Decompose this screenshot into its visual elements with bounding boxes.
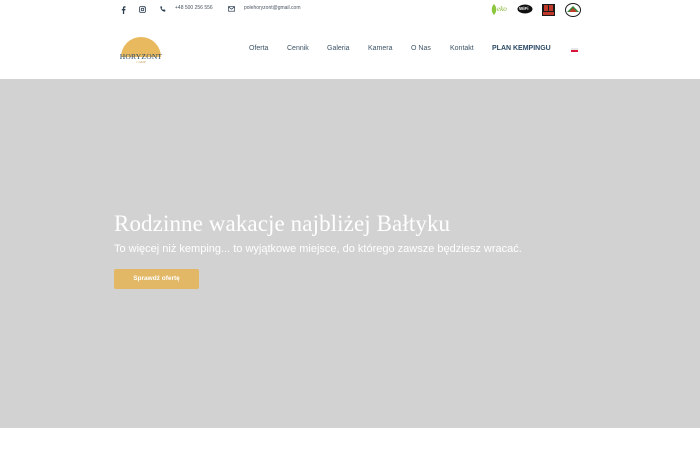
eko-label: eko [497,5,507,13]
logo[interactable]: HORYZONT CAMP [118,36,164,66]
partner-logo-icon [542,4,555,16]
nav-item-kontakt[interactable]: Kontakt [450,45,474,52]
nav-item-kamera[interactable]: Kamera [368,45,393,52]
nav-item-o-nas[interactable]: O Nas [411,45,431,52]
email-address[interactable]: polehoryzont@gmail.com [244,5,301,11]
nav-item-oferta[interactable]: Oferta [249,45,268,52]
language-flag-pl-icon[interactable] [571,48,578,52]
nav-item-plan-kempingu[interactable]: PLAN KEMPINGU [492,45,551,52]
check-offer-button[interactable]: Sprawdź ofertę [114,269,199,289]
nav-item-galeria[interactable]: Galeria [327,45,350,52]
wifi-label: WiFi [519,6,529,11]
instagram-icon[interactable] [139,6,146,13]
nav-item-cennik[interactable]: Cennik [287,45,309,52]
below-hero-section [0,428,700,450]
phone-number[interactable]: +48 500 256 556 [175,5,213,11]
eko-badge: eko [490,2,510,18]
main-header [0,20,700,79]
camping-association-icon [565,3,581,17]
hero-title: Rodzinne wakacje najbliżej Bałtyku [114,211,451,236]
facebook-icon[interactable] [121,6,126,14]
email-icon [228,6,235,12]
hero-subtitle: To więcej niż kemping... to wyjątkowe mi… [114,243,522,255]
logo-subtitle: CAMP [136,60,146,64]
top-bar: +48 500 256 556 polehoryzont@gmail.com e… [0,0,700,20]
wifi-badge: WiFi [517,4,533,18]
phone-icon [160,6,166,12]
